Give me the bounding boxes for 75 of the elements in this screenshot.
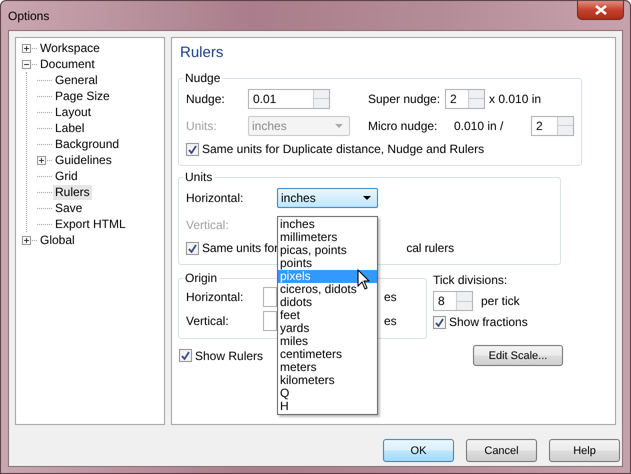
expander-icon[interactable] — [22, 44, 31, 52]
dropdown-option[interactable]: inches — [278, 218, 377, 231]
field-label: Horizontal: — [186, 190, 244, 204]
tree-item[interactable]: Rulers — [53, 184, 92, 200]
dropdown-option[interactable]: kilometers — [278, 374, 377, 387]
field-label: Units: — [186, 118, 218, 132]
dropdown-option[interactable]: ciceros, didots — [278, 283, 377, 296]
dropdown-option[interactable]: yards — [278, 322, 377, 335]
field-label: Vertical: — [186, 314, 230, 328]
tree-item[interactable]: Workspace — [38, 40, 102, 56]
dropdown-option[interactable]: H — [278, 400, 377, 413]
tree-item[interactable]: Document — [38, 56, 97, 72]
tree-item[interactable]: General — [53, 72, 100, 88]
same-units-checkbox[interactable]: Same units for — [186, 241, 278, 255]
field-label: Horizontal: — [186, 290, 244, 304]
show-rulers-checkbox[interactable]: Show Rulers — [179, 348, 264, 362]
dropdown-option[interactable]: points — [278, 257, 377, 270]
check-icon — [181, 351, 190, 360]
check-icon — [435, 318, 444, 326]
group-title: Units — [184, 170, 214, 184]
page-title: Rulers — [179, 44, 224, 63]
tree-item[interactable]: Grid — [53, 168, 80, 184]
check-icon — [188, 244, 197, 252]
micro-nudge-spinner[interactable]: 2 — [531, 116, 574, 136]
unit-label: per tick — [481, 294, 520, 308]
dialog-button[interactable]: Help — [549, 439, 620, 462]
same-units-checkbox[interactable]: Same units for Duplicate distance, Nudge and Rulers — [186, 139, 574, 159]
super-nudge-spinner[interactable]: 2 — [445, 88, 485, 108]
expander-icon[interactable] — [22, 236, 31, 244]
origin-field[interactable] — [263, 311, 277, 331]
origin-field[interactable] — [263, 287, 277, 307]
dropdown-option[interactable]: picas, points — [278, 244, 377, 257]
nudge-spinner[interactable]: 0.01 — [248, 88, 330, 108]
tree-item[interactable]: Save — [53, 200, 84, 216]
show-fractions-checkbox[interactable]: Show fractions — [433, 315, 528, 329]
group-title: Origin — [184, 271, 218, 285]
dropdown-option[interactable]: centimeters — [278, 348, 377, 361]
expander-icon[interactable] — [37, 156, 46, 164]
edit-scale-button[interactable]: Edit Scale... — [473, 345, 563, 366]
expander-icon[interactable] — [22, 60, 31, 68]
close-button[interactable] — [577, 1, 624, 20]
cursor-icon — [357, 269, 370, 290]
dropdown-option[interactable]: Q — [278, 387, 377, 400]
field-label: Tick divisions: — [433, 273, 508, 287]
field-label: Vertical: — [186, 218, 230, 232]
field-label: Micro nudge: — [368, 118, 438, 132]
field-label: Super nudge: — [368, 92, 442, 106]
dropdown-option[interactable]: miles — [278, 335, 377, 348]
dropdown-option[interactable]: millimeters — [278, 231, 377, 244]
tree-item[interactable]: Export HTML — [53, 216, 128, 232]
close-icon — [594, 5, 606, 15]
dialog-button[interactable]: OK — [383, 439, 454, 462]
dropdown-option[interactable]: feet — [278, 309, 377, 322]
tree-item[interactable]: Background — [53, 136, 122, 152]
tree-item[interactable]: Guidelines — [53, 152, 114, 168]
dropdown-option[interactable]: didots — [278, 296, 377, 309]
field-label: Nudge: — [186, 92, 226, 106]
horizontal-units-dropdown[interactable]: inches — [277, 188, 378, 208]
unit-label: es — [384, 314, 397, 328]
tree-item[interactable]: Layout — [53, 104, 94, 120]
group-title: Nudge — [184, 71, 222, 85]
unit-label: es — [384, 290, 397, 304]
tree-item[interactable]: Label — [53, 120, 86, 136]
tree-item[interactable]: Global — [38, 232, 77, 248]
unit-label: 0.010 in / — [454, 118, 504, 132]
caret-icon — [335, 124, 343, 128]
window-title: Options — [8, 9, 50, 23]
tick-divisions-spinner[interactable]: 8 — [433, 291, 473, 311]
tree-item[interactable]: Page Size — [53, 88, 112, 104]
checkbox-label: cal rulers — [406, 241, 454, 255]
dropdown-option[interactable]: meters — [278, 361, 377, 374]
dialog-button[interactable]: Cancel — [466, 439, 537, 462]
unit-label: x 0.010 in — [489, 92, 542, 106]
caret-icon — [363, 196, 371, 200]
check-icon — [188, 144, 197, 154]
